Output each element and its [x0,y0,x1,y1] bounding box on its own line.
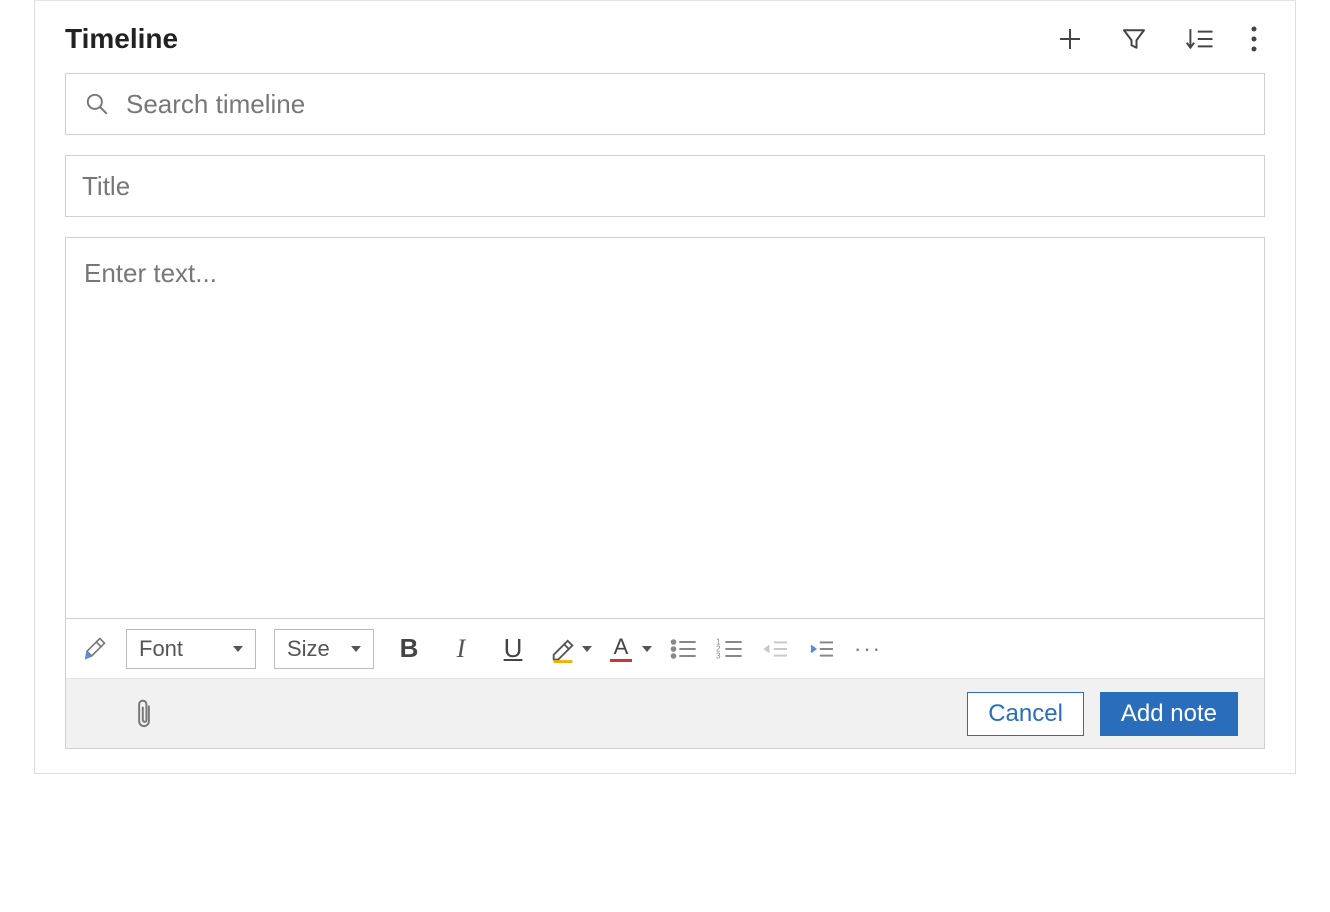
size-dropdown[interactable]: Size [274,629,374,669]
font-dropdown-label: Font [139,636,183,662]
chevron-down-icon [233,646,243,652]
note-title-input[interactable] [80,170,1250,203]
more-vertical-icon[interactable] [1249,24,1259,54]
format-painter-icon[interactable] [80,631,108,667]
highlight-color-button[interactable] [548,631,592,667]
cancel-button[interactable]: Cancel [967,692,1084,736]
chevron-down-icon [582,646,592,652]
search-icon [84,91,110,117]
chevron-down-icon [351,646,361,652]
timeline-header: Timeline [65,23,1265,55]
underline-button[interactable]: U [496,631,530,667]
indent-button[interactable] [808,631,836,667]
search-box[interactable] [65,73,1265,135]
note-editor: Enter text... Font Size B I U [65,237,1265,749]
more-formatting-button[interactable]: ··· [854,631,882,667]
sort-icon[interactable] [1183,24,1215,54]
highlighter-icon [548,635,578,663]
timeline-panel: Timeline Enter text... [34,0,1296,774]
font-dropdown[interactable]: Font [126,629,256,669]
filter-icon[interactable] [1119,24,1149,54]
size-dropdown-label: Size [287,636,330,662]
outdent-button[interactable] [762,631,790,667]
svg-text:3: 3 [716,651,721,660]
add-note-button[interactable]: Add note [1100,692,1238,736]
bold-button[interactable]: B [392,631,426,667]
timeline-title: Timeline [65,23,178,55]
bullet-list-button[interactable] [670,631,698,667]
chevron-down-icon [642,646,652,652]
italic-button[interactable]: I [444,631,478,667]
editor-toolbar: Font Size B I U [66,618,1264,678]
note-footer: Cancel Add note [66,678,1264,748]
numbered-list-button[interactable]: 1 2 3 [716,631,744,667]
font-color-button[interactable]: A [610,631,652,667]
font-color-icon: A [610,636,632,662]
note-body-input[interactable]: Enter text... [66,238,1264,618]
attachment-icon[interactable] [132,697,156,731]
search-input[interactable] [124,88,1246,121]
note-title-box[interactable] [65,155,1265,217]
add-icon[interactable] [1055,24,1085,54]
timeline-header-actions [1055,24,1265,54]
